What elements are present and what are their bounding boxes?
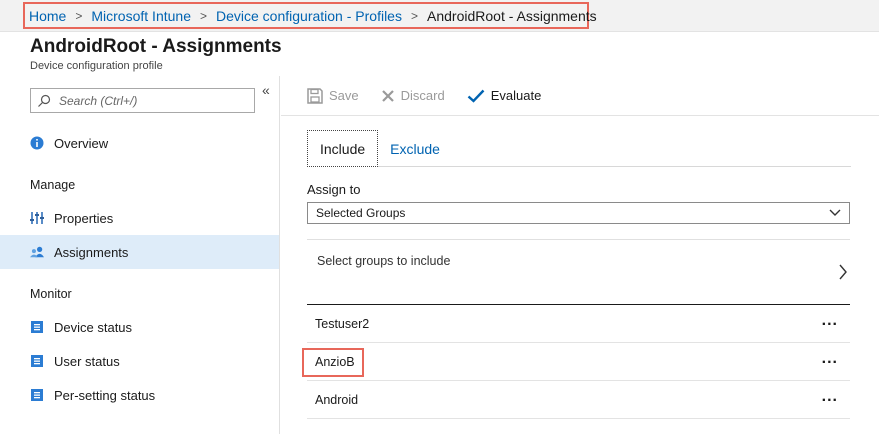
main-content: Save Discard Evaluate Include Exclude As… [281, 76, 879, 434]
search-icon [38, 94, 51, 107]
sidebar-item-label: Overview [54, 135, 109, 151]
save-icon [307, 87, 323, 104]
sidebar-item-device-status[interactable]: Device status [0, 310, 279, 344]
save-button[interactable]: Save [307, 87, 359, 104]
evaluate-label: Evaluate [490, 88, 542, 103]
assign-to-label: Assign to [307, 182, 361, 197]
breadcrumb: Home > Microsoft Intune > Device configu… [23, 2, 597, 29]
save-label: Save [329, 88, 359, 103]
discard-label: Discard [400, 88, 445, 103]
tab-include[interactable]: Include [307, 130, 379, 167]
info-icon [30, 136, 44, 150]
group-row: Testuser2 ... [307, 306, 850, 343]
tab-exclude[interactable]: Exclude [378, 130, 452, 167]
breadcrumb-separator: > [199, 8, 207, 23]
group-row: AnzioB ... [307, 344, 850, 381]
breadcrumb-separator: > [75, 8, 83, 23]
breadcrumb-profiles-link[interactable]: Device configuration - Profiles [216, 8, 402, 24]
group-row: Android ... [307, 382, 850, 419]
sidebar-item-overview[interactable]: Overview [0, 126, 279, 160]
collapse-sidebar-button[interactable]: « [262, 82, 270, 98]
breadcrumb-separator: > [410, 8, 418, 23]
toolbar: Save Discard Evaluate [281, 76, 879, 116]
section-header-monitor: Monitor [30, 287, 72, 301]
title-area: AndroidRoot - Assignments Device configu… [30, 36, 282, 72]
sidebar-item-per-setting-status[interactable]: Per-setting status [0, 378, 279, 412]
discard-button[interactable]: Discard [381, 88, 445, 103]
search-placeholder: Search (Ctrl+/) [59, 93, 138, 108]
sidebar-item-label: Properties [54, 210, 114, 226]
select-groups-button[interactable]: Select groups to include [307, 239, 850, 305]
breadcrumb-intune-link[interactable]: Microsoft Intune [91, 8, 191, 24]
highlight-annotation [302, 348, 364, 377]
report-icon [30, 320, 44, 334]
sidebar: Search (Ctrl+/) « Overview Manage Proper… [0, 76, 280, 434]
report-icon [30, 388, 44, 402]
breadcrumb-bar: Home > Microsoft Intune > Device configu… [0, 0, 879, 32]
evaluate-button[interactable]: Evaluate [467, 88, 542, 103]
page-title: AndroidRoot - Assignments [30, 36, 282, 57]
sidebar-item-label: User status [54, 353, 120, 369]
checkmark-icon [467, 89, 485, 103]
group-name: Testuser2 [315, 317, 370, 331]
breadcrumb-home-link[interactable]: Home [29, 8, 66, 24]
sidebar-item-label: Per-setting status [54, 387, 156, 403]
sidebar-item-properties[interactable]: Properties [0, 201, 279, 235]
sidebar-item-user-status[interactable]: User status [0, 344, 279, 378]
tab-bar: Include Exclude [307, 130, 851, 167]
chevron-down-icon [829, 209, 841, 216]
select-groups-label: Select groups to include [317, 254, 451, 268]
users-icon [30, 245, 44, 259]
sidebar-item-label: Assignments [54, 244, 129, 260]
close-icon [381, 89, 394, 102]
page-subtitle: Device configuration profile [30, 60, 163, 72]
sidebar-item-assignments[interactable]: Assignments [0, 235, 279, 269]
more-options-button[interactable]: ... [822, 350, 838, 368]
more-options-button[interactable]: ... [822, 312, 838, 330]
group-name: Android [315, 393, 359, 407]
report-icon [30, 354, 44, 368]
sidebar-item-label: Device status [54, 319, 133, 335]
section-header-manage: Manage [30, 178, 76, 192]
search-input[interactable]: Search (Ctrl+/) [30, 88, 255, 113]
assign-to-dropdown[interactable]: Selected Groups [307, 202, 850, 224]
chevron-right-icon [839, 264, 847, 280]
breadcrumb-current: AndroidRoot - Assignments [427, 7, 597, 24]
assign-to-value: Selected Groups [316, 206, 406, 220]
more-options-button[interactable]: ... [822, 388, 838, 406]
properties-icon [30, 211, 44, 225]
